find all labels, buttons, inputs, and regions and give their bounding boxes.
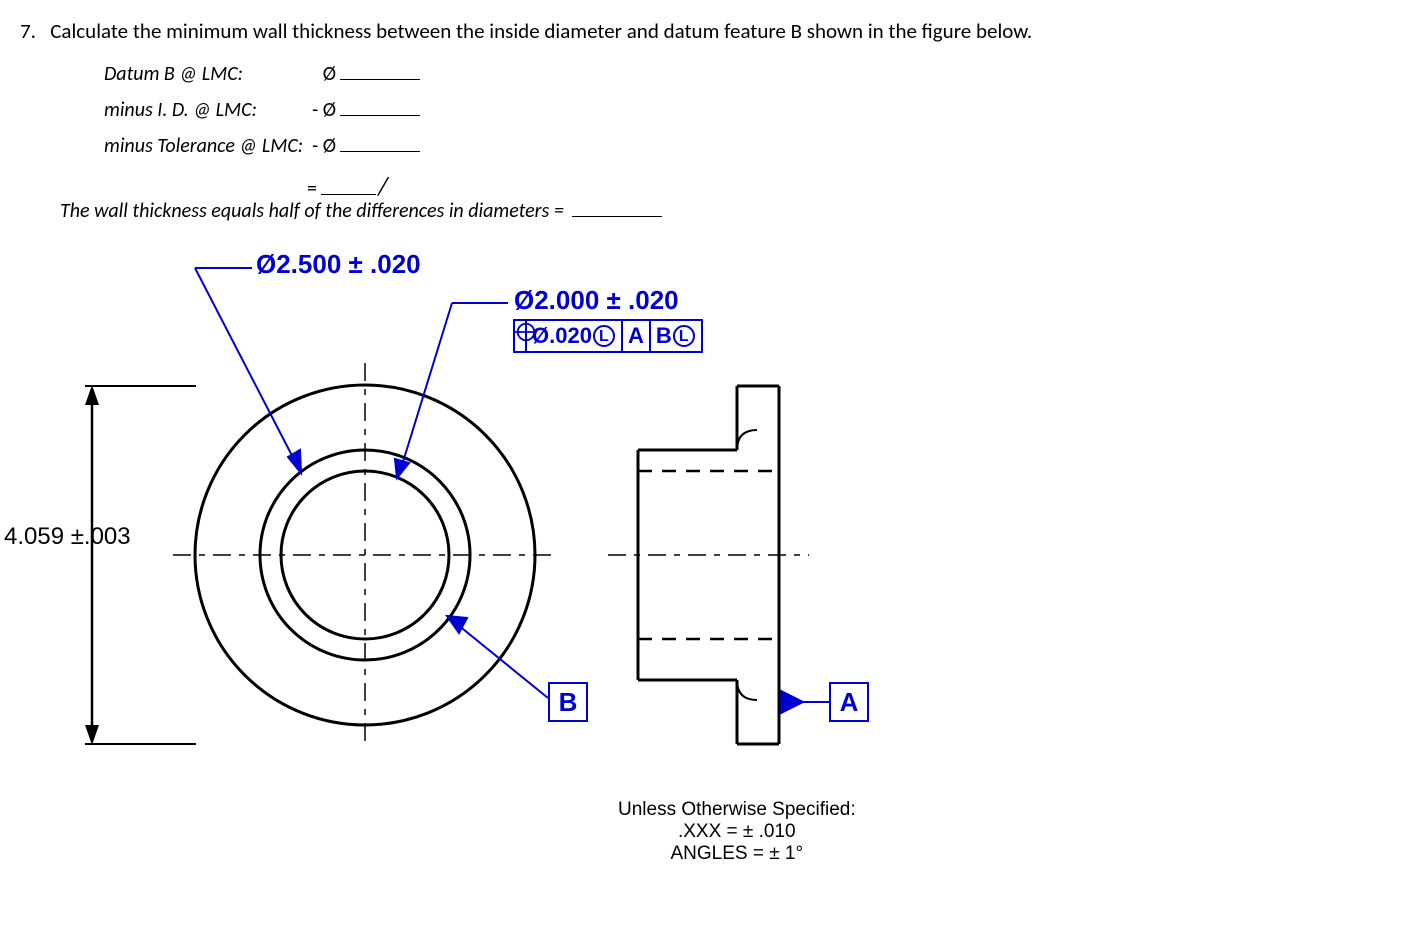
fcf-symbol-position — [515, 321, 527, 351]
worksheet-sym-1: Ø — [306, 58, 336, 90]
fcf-datum-b-letter: B — [656, 323, 672, 349]
front-view — [173, 363, 557, 747]
worksheet-row-2: minus I. D. @ LMC: - Ø — [104, 94, 420, 126]
worksheet-sym-2: - Ø — [306, 94, 336, 126]
wall-thickness-blank — [572, 195, 662, 217]
leader-lines — [195, 268, 829, 714]
wall-thickness-label: The wall thickness equals half of the di… — [60, 199, 564, 223]
question-body: Calculate the minimum wall thickness bet… — [50, 18, 1032, 44]
worksheet-blank-eq — [321, 173, 376, 195]
worksheet-blank-2 — [340, 94, 420, 116]
drawing-svg — [0, 235, 900, 895]
fcf-tol-value: Ø.020 — [532, 323, 592, 349]
worksheet-label-1: Datum B @ LMC: — [104, 58, 306, 90]
fcf-datum-b-modifier: L — [673, 325, 695, 347]
worksheet-label-3: minus Tolerance @ LMC: — [104, 130, 306, 162]
question-text: 7. Calculate the minimum wall thickness … — [20, 18, 1032, 44]
worksheet-sym-3: - Ø — [306, 130, 336, 162]
wall-thickness-text: The wall thickness equals half of the di… — [60, 195, 662, 223]
fcf-datum-a: A — [623, 321, 651, 351]
worksheet-blank-3 — [340, 130, 420, 152]
question-number: 7. — [20, 18, 36, 44]
dim-od-flange: Ø2.500 ± .020 — [256, 249, 421, 280]
datum-a-box: A — [829, 682, 869, 722]
side-view — [608, 386, 809, 744]
fcf-tolerance: Ø.020L — [527, 321, 623, 351]
dim-id-hole: Ø2.000 ± .020 — [514, 285, 679, 316]
worksheet-block: Datum B @ LMC: Ø minus I. D. @ LMC: - Ø … — [104, 58, 420, 212]
fcf-tol-modifier: L — [593, 325, 615, 347]
drawing-notes: Unless Otherwise Specified: .XXX = ± .01… — [618, 799, 856, 865]
note-line-3: ANGLES = ± 1° — [618, 843, 856, 865]
note-line-2: .XXX = ± .010 — [618, 821, 856, 843]
note-line-1: Unless Otherwise Specified: — [618, 799, 856, 821]
worksheet-blank-1 — [340, 58, 420, 80]
diagram-area: Ø2.500 ± .020 Ø2.000 ± .020 4.059 ±.003 … — [0, 235, 900, 895]
worksheet-label-2: minus I. D. @ LMC: — [104, 94, 306, 126]
fcf-datum-b: BL — [651, 321, 701, 351]
worksheet-row-3: minus Tolerance @ LMC: - Ø — [104, 130, 420, 162]
height-dimension — [85, 385, 196, 745]
dim-height: 4.059 ±.003 — [4, 523, 131, 551]
datum-b-box: B — [548, 682, 588, 722]
worksheet-row-1: Datum B @ LMC: Ø — [104, 58, 420, 90]
feature-control-frame: Ø.020L A BL — [513, 319, 703, 353]
